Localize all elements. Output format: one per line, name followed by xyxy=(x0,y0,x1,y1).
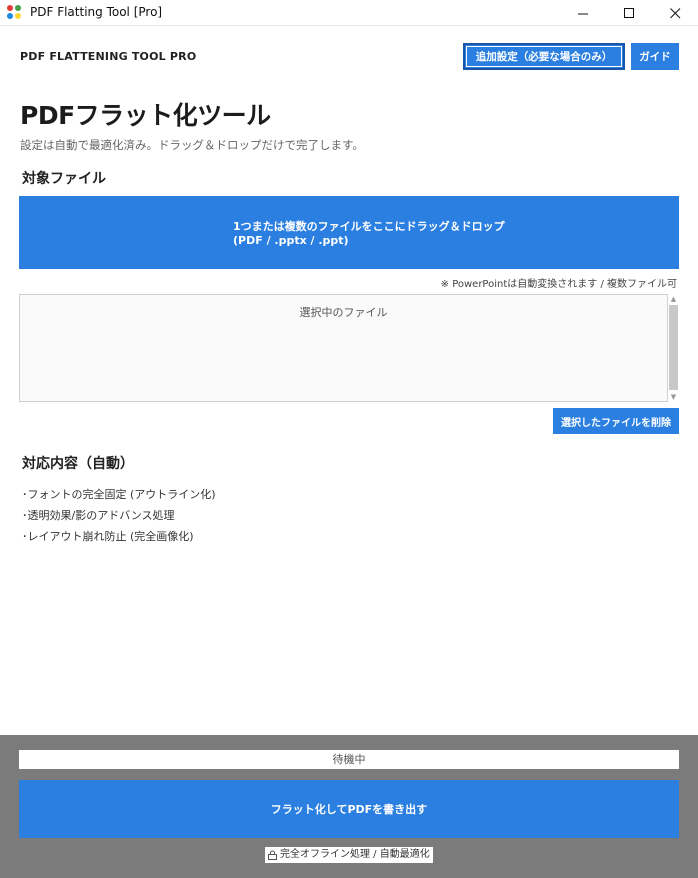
scroll-up-arrow-icon[interactable]: ▲ xyxy=(668,294,679,304)
close-button[interactable] xyxy=(652,0,698,26)
minimize-icon xyxy=(577,13,588,14)
export-pdf-button[interactable]: フラット化してPDFを書き出す xyxy=(19,780,679,838)
selected-files-list[interactable]: 選択中のファイル xyxy=(19,294,668,402)
file-list-header: 選択中のファイル xyxy=(299,306,388,319)
dropzone-formats: (PDF / .pptx / .ppt) xyxy=(233,234,349,247)
window-titlebar: PDF Flatting Tool [Pro] xyxy=(0,0,698,26)
minimize-button[interactable] xyxy=(560,0,606,26)
status-bar: 待機中 xyxy=(19,750,679,769)
app-name-label: PDF FLATTENING TOOL PRO xyxy=(20,50,197,63)
feature-item: ･レイアウト崩れ防止 (完全画像化) xyxy=(22,530,194,543)
guide-button[interactable]: ガイド xyxy=(631,43,679,70)
lock-icon xyxy=(268,850,277,860)
footer-panel: 待機中 フラット化してPDFを書き出す 完全オフライン処理 / 自動最適化 xyxy=(0,735,698,878)
maximize-icon xyxy=(623,7,634,18)
app-logo-icon xyxy=(7,5,23,21)
page-title: PDFフラット化ツール xyxy=(20,101,271,130)
offline-note-text: 完全オフライン処理 / 自動最適化 xyxy=(280,849,430,860)
dropzone-note: ※ PowerPointは自動変換されます / 複数ファイル可 xyxy=(440,279,677,290)
close-icon xyxy=(669,7,680,18)
advanced-settings-button[interactable]: 追加設定（必要な場合のみ） xyxy=(463,43,625,70)
scroll-down-arrow-icon[interactable]: ▼ xyxy=(668,392,679,402)
file-list-scrollbar[interactable]: ▲ ▼ xyxy=(668,294,679,402)
window-title: PDF Flatting Tool [Pro] xyxy=(30,5,163,19)
feature-item: ･透明効果/影のアドバンス処理 xyxy=(22,509,175,522)
scrollbar-thumb[interactable] xyxy=(669,305,678,390)
features-list: ･フォントの完全固定 (アウトライン化) ･透明効果/影のアドバンス処理 ･レイ… xyxy=(22,486,216,549)
feature-item: ･フォントの完全固定 (アウトライン化) xyxy=(22,488,216,501)
features-label: 対応内容（自動） xyxy=(22,456,134,472)
maximize-button[interactable] xyxy=(606,0,652,26)
page-subtitle: 設定は自動で最適化済み。ドラッグ＆ドロップだけで完了します。 xyxy=(20,138,364,152)
target-files-label: 対象ファイル xyxy=(22,171,106,187)
file-dropzone[interactable]: 1つまたは複数のファイルをここにドラッグ＆ドロップ (PDF / .pptx /… xyxy=(19,196,679,269)
dropzone-instruction: 1つまたは複数のファイルをここにドラッグ＆ドロップ xyxy=(233,220,505,233)
offline-note: 完全オフライン処理 / 自動最適化 xyxy=(265,847,433,863)
delete-selected-button[interactable]: 選択したファイルを削除 xyxy=(553,408,679,434)
